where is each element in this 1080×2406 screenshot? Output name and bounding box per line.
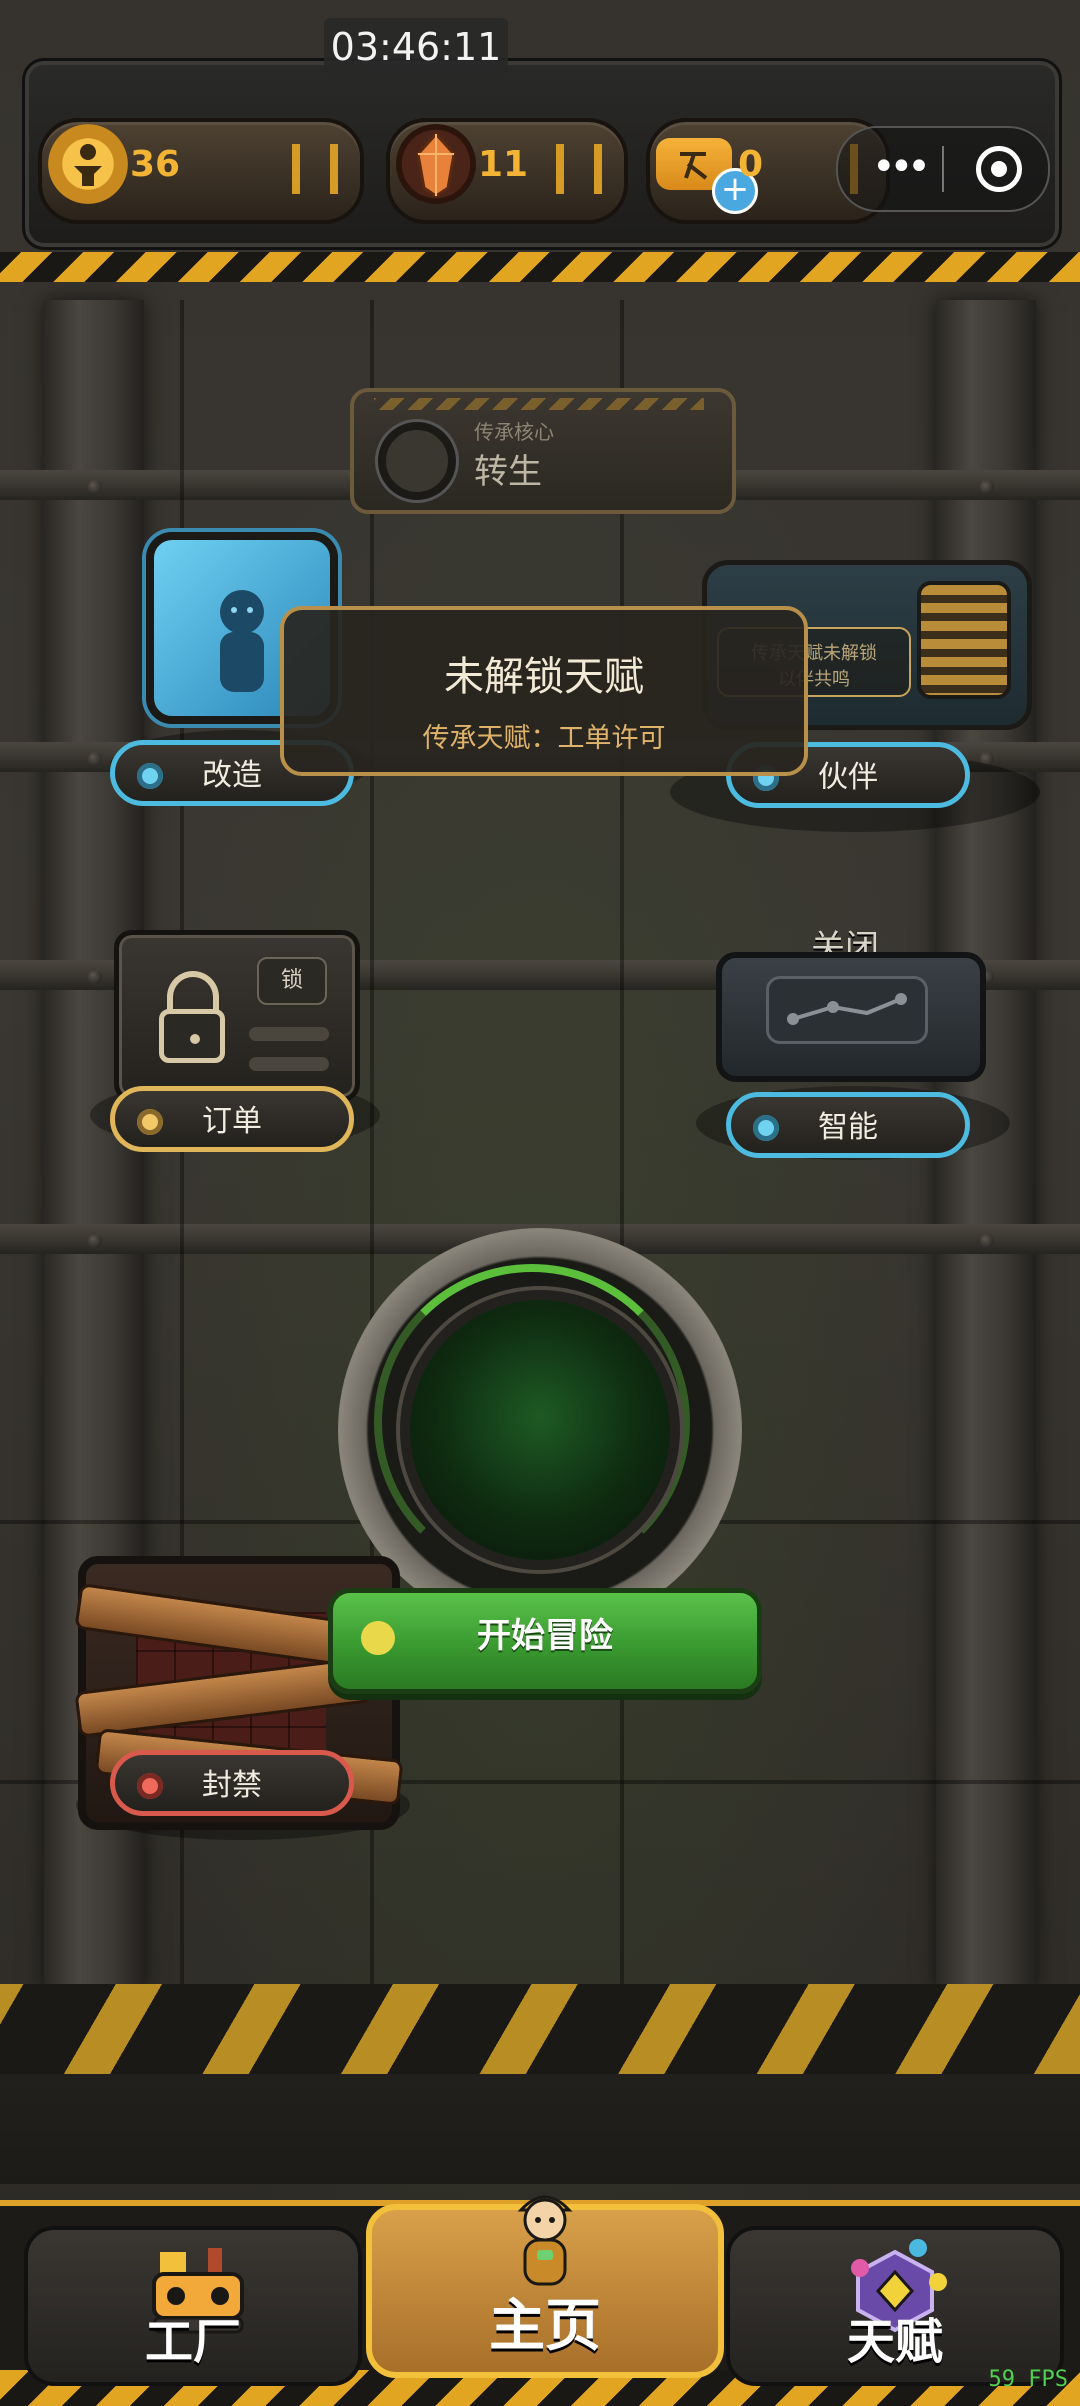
graph-screen-icon <box>766 976 928 1044</box>
nav-home[interactable]: 主页 <box>366 2195 724 2378</box>
start-adventure-button[interactable]: 开始冒险 <box>328 1588 762 1694</box>
lock-tag: 锁 <box>257 957 327 1005</box>
terminal-line <box>249 1057 329 1071</box>
modify-label: 改造 <box>202 758 262 793</box>
partner-label: 伙伴 <box>818 760 878 795</box>
nav-talent-label: 天赋 <box>846 2314 943 2370</box>
crystal-counter[interactable]: 11 <box>386 118 628 224</box>
rivet <box>980 1234 994 1248</box>
miniprogram-capsule: ••• <box>836 126 1050 212</box>
rivet <box>88 480 102 494</box>
popup-title: 未解锁天赋 <box>444 654 644 700</box>
miner-character-icon <box>517 2195 573 2286</box>
rivet <box>980 480 994 494</box>
padlock-icon <box>159 971 225 1067</box>
nav-factory-label: 工厂 <box>144 2314 241 2370</box>
sealed-button[interactable]: 封禁 <box>110 1750 354 1816</box>
crystal-icon <box>396 124 476 204</box>
nav-talent[interactable]: 天赋 <box>726 2226 1064 2386</box>
close-target-icon[interactable] <box>976 146 1022 192</box>
smart-button[interactable]: 智能 <box>726 1092 970 1158</box>
blue-dot-icon <box>137 763 163 789</box>
order-label: 订单 <box>202 1104 262 1139</box>
rebirth-subtitle: 传承核心 <box>474 420 554 444</box>
order-button[interactable]: 订单 <box>110 1086 354 1152</box>
unlock-talent-popup[interactable]: 未解锁天赋 传承天赋：工单许可 <box>280 606 808 776</box>
rivet <box>88 1234 102 1248</box>
coil-icon <box>917 581 1011 699</box>
ticket-plus-icon: + <box>656 138 758 214</box>
sealed-label: 封禁 <box>202 1768 262 1803</box>
gold-dot-icon <box>137 1109 163 1135</box>
worker-coin-icon <box>48 124 128 204</box>
rebirth-panel[interactable]: 传承核心 转生 <box>350 388 736 514</box>
floor <box>0 1984 1080 2184</box>
floor-hazard-stripe <box>0 1984 1080 2074</box>
yellow-dot-icon <box>361 1621 395 1655</box>
capsule-divider <box>942 146 944 192</box>
fps-counter: 59 FPS <box>988 2367 1068 2392</box>
ticket-value: 0 <box>738 144 764 185</box>
smart-device[interactable] <box>716 952 986 1082</box>
nav-factory[interactable]: 工厂 <box>24 2226 362 2386</box>
coin-gauge <box>292 144 338 194</box>
more-icon[interactable]: ••• <box>872 142 931 192</box>
status-clock: 03:46:11 <box>324 18 508 76</box>
terminal-line <box>249 1027 329 1041</box>
coin-counter[interactable]: 36 <box>38 118 364 224</box>
rivet <box>88 752 102 766</box>
rivet <box>88 970 102 984</box>
panel-seam <box>620 300 624 1990</box>
portal-core <box>410 1300 670 1560</box>
crystal-gauge <box>556 144 602 194</box>
hazard-stripe <box>0 252 1080 282</box>
nav-home-label: 主页 <box>489 2294 601 2359</box>
rebirth-title: 转生 <box>474 452 542 492</box>
rebirth-stripe <box>374 398 704 410</box>
blue-dot-icon <box>753 1115 779 1141</box>
popup-subtitle: 传承天赋：工单许可 <box>422 723 666 754</box>
start-adventure-label: 开始冒险 <box>477 1616 613 1656</box>
crystal-value: 11 <box>478 144 529 185</box>
red-dot-icon <box>137 1773 163 1799</box>
core-ring-icon <box>378 422 456 500</box>
smart-label: 智能 <box>818 1110 878 1145</box>
coin-value: 36 <box>130 144 181 185</box>
order-terminal[interactable]: 锁 <box>114 930 360 1102</box>
